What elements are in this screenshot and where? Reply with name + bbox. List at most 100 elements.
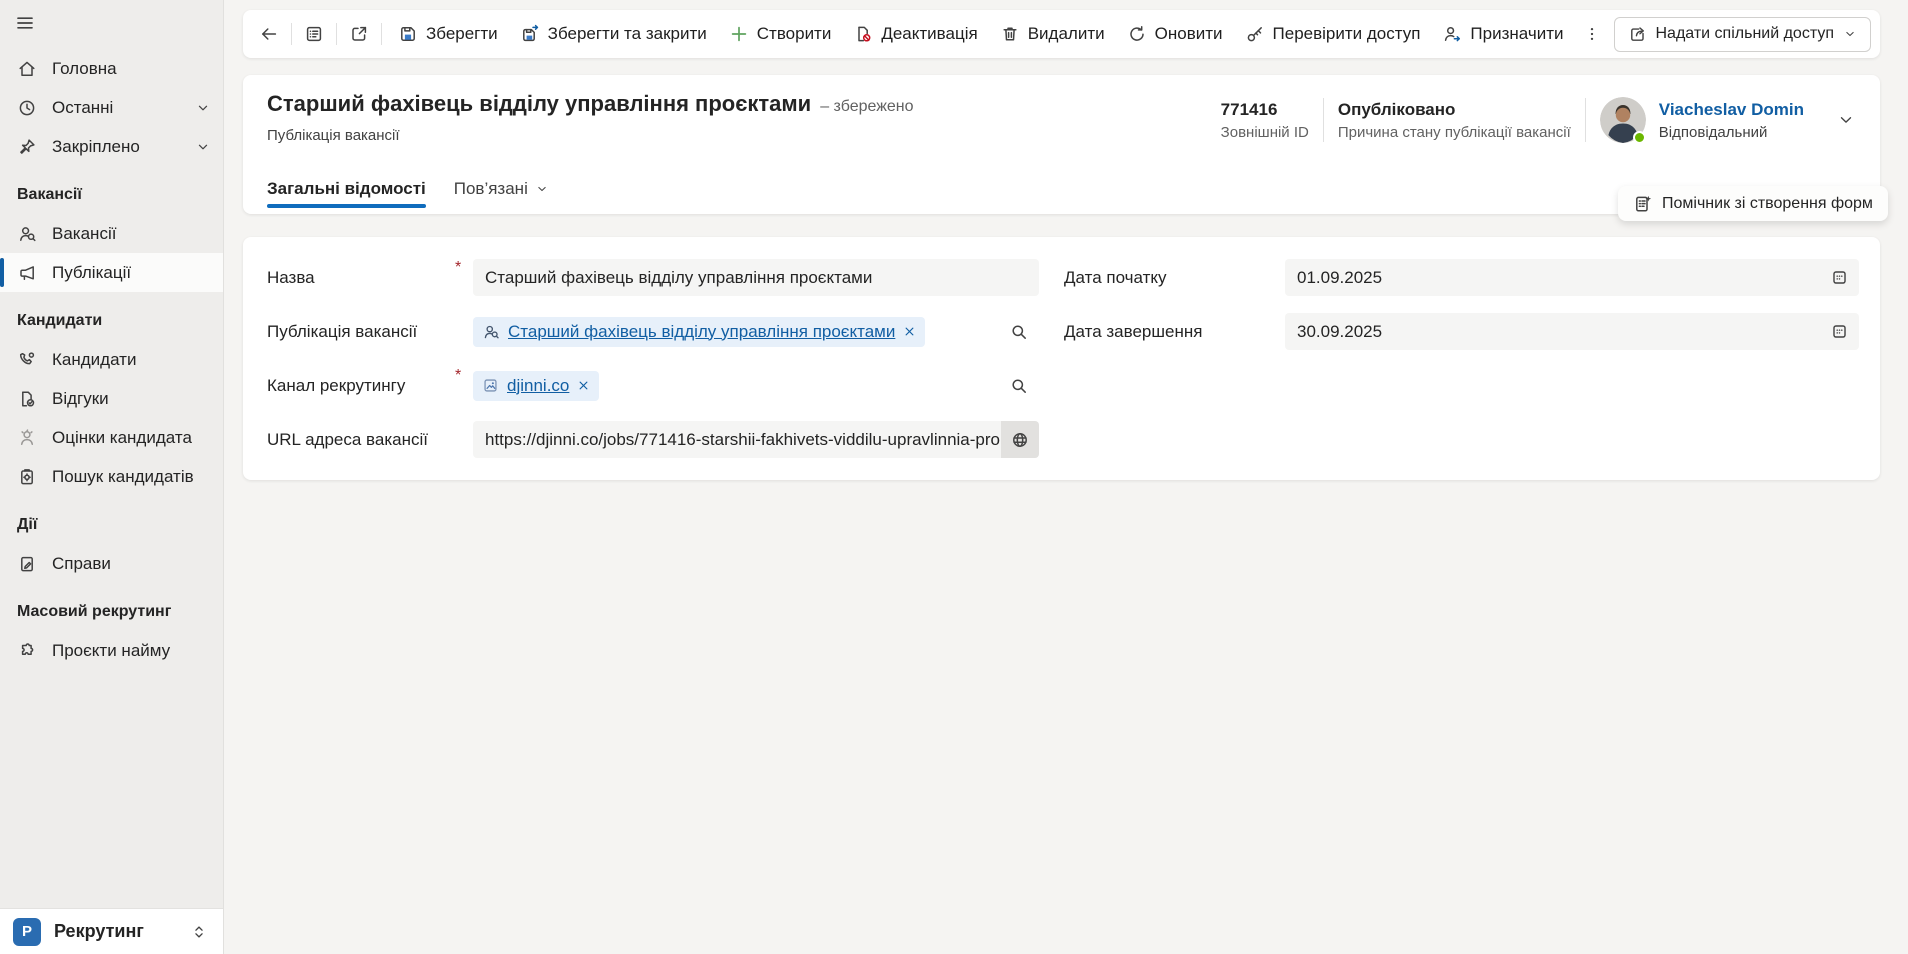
- general-form: Назва * Старший фахівець відділу управлі…: [243, 237, 1880, 480]
- required-asterisk: *: [455, 259, 462, 276]
- sidebar-item-hiring-projects[interactable]: Проєкти найму: [0, 631, 223, 670]
- search-icon[interactable]: [1009, 376, 1029, 396]
- sidebar-item-label: Вакансії: [52, 223, 117, 243]
- save-button[interactable]: Зберегти: [387, 16, 509, 52]
- posting-lookup-field[interactable]: Старший фахівець відділу управління проє…: [473, 313, 1039, 350]
- chevron-down-icon: [1837, 111, 1855, 129]
- share-button[interactable]: Надати спільний доступ: [1613, 16, 1871, 52]
- sidebar-item-home[interactable]: Головна: [0, 49, 223, 88]
- calendar-icon[interactable]: [1830, 268, 1849, 287]
- save-and-close-button[interactable]: Зберегти та закрити: [509, 16, 718, 52]
- person-search-icon: [17, 224, 37, 244]
- form-list-icon: [304, 24, 324, 44]
- required-asterisk: *: [455, 367, 462, 384]
- popout-button[interactable]: [342, 17, 376, 51]
- field-label-start-date: Дата початку: [1064, 268, 1167, 287]
- form-sparkle-icon: [1633, 194, 1653, 214]
- create-button[interactable]: Створити: [718, 16, 843, 52]
- open-url-button[interactable]: [1001, 421, 1039, 458]
- back-arrow-icon: [259, 24, 279, 44]
- external-id-value: 771416: [1220, 99, 1278, 119]
- record-image-icon: [482, 377, 499, 394]
- home-icon: [17, 59, 37, 79]
- tab-general[interactable]: Загальні відомості: [267, 179, 426, 214]
- save-status: – збережено: [820, 98, 914, 115]
- back-button[interactable]: [252, 17, 286, 51]
- hamburger-icon: [15, 13, 35, 33]
- end-date-input[interactable]: 30.09.2025: [1285, 313, 1859, 350]
- sidebar-section-candidates: Кандидати: [17, 312, 103, 329]
- sidebar-item-pinned[interactable]: Закріплено: [0, 127, 223, 166]
- sidebar-item-label: Пошук кандидатів: [52, 466, 194, 486]
- toolbar-divider: [336, 23, 337, 45]
- presence-status-dot: [1632, 131, 1646, 144]
- button-label: Видалити: [1027, 24, 1105, 43]
- check-access-button[interactable]: Перевірити доступ: [1234, 16, 1432, 52]
- key-icon: [1245, 24, 1265, 44]
- form-switcher-button[interactable]: [297, 17, 331, 51]
- external-id-label: Зовнішній ID: [1220, 123, 1309, 141]
- owner-name[interactable]: Viacheslav Domin: [1659, 100, 1804, 120]
- document-check-icon: [17, 389, 37, 409]
- search-icon[interactable]: [1009, 322, 1029, 342]
- sidebar-item-vacancies[interactable]: Вакансії: [0, 214, 223, 253]
- calendar-icon[interactable]: [1830, 322, 1849, 341]
- field-label-url: URL адреса вакансії: [267, 430, 429, 449]
- posting-record-link[interactable]: Старший фахівець відділу управління проє…: [508, 322, 895, 342]
- sidebar-item-label: Публікації: [52, 262, 132, 282]
- person-star-icon: [17, 428, 37, 448]
- date-value: 30.09.2025: [1297, 322, 1383, 341]
- assign-button[interactable]: Призначити: [1431, 16, 1574, 52]
- form-assistant-button[interactable]: Помічник зі створення форм: [1618, 186, 1888, 221]
- button-label: Перевірити доступ: [1272, 24, 1421, 43]
- external-id-field: 771416 Зовнішній ID: [1221, 100, 1309, 141]
- start-date-input[interactable]: 01.09.2025: [1285, 259, 1859, 296]
- remove-value-icon[interactable]: [577, 379, 590, 392]
- app-switcher[interactable]: P Рекрутинг: [0, 908, 223, 954]
- sidebar-item-feedback[interactable]: Відгуки: [0, 379, 223, 418]
- sidebar-section-actions: Дії: [17, 516, 38, 533]
- status-field: Опубліковано Причина стану публікації ва…: [1338, 100, 1571, 141]
- button-label: Зберегти: [426, 24, 498, 43]
- sidebar-item-label: Останні: [52, 97, 114, 117]
- lookup-pill[interactable]: Старший фахівець відділу управління проє…: [473, 316, 926, 347]
- save-icon: [398, 24, 418, 44]
- lookup-pill[interactable]: djinni.co: [473, 370, 600, 401]
- more-commands-button[interactable]: [1575, 17, 1609, 51]
- sidebar-item-postings[interactable]: Публікації: [0, 253, 223, 292]
- app-badge: P: [13, 917, 41, 946]
- refresh-button[interactable]: Оновити: [1116, 16, 1234, 52]
- sidebar-item-candidate-ratings[interactable]: Оцінки кандидата: [0, 418, 223, 457]
- sidebar-item-candidate-search[interactable]: Пошук кандидатів: [0, 457, 223, 496]
- sidebar-item-label: Кандидати: [52, 349, 137, 369]
- chevron-down-icon[interactable]: [195, 100, 211, 116]
- sidebar-item-cases[interactable]: Справи: [0, 544, 223, 583]
- hamburger-menu-button[interactable]: [7, 5, 43, 41]
- main-area: Зберегти Зберегти та закрити Створити Де…: [224, 0, 1908, 954]
- url-input[interactable]: https://djinni.co/jobs/771416-starshii-f…: [473, 421, 1001, 458]
- page-title: Старший фахівець відділу управління проє…: [267, 91, 812, 116]
- sidebar-item-candidates[interactable]: Кандидати: [0, 340, 223, 379]
- delete-button[interactable]: Видалити: [989, 16, 1116, 52]
- name-input[interactable]: Старший фахівець відділу управління проє…: [473, 259, 1039, 296]
- tab-related[interactable]: Пов’язані: [454, 179, 549, 214]
- sidebar-item-recent[interactable]: Останні: [0, 88, 223, 127]
- channel-record-link[interactable]: djinni.co: [507, 376, 569, 396]
- channel-lookup-field[interactable]: djinni.co: [473, 367, 1039, 404]
- globe-icon: [1010, 430, 1030, 450]
- popout-icon: [349, 24, 369, 44]
- status-label: Причина стану публікації вакансії: [1337, 123, 1571, 141]
- field-label-channel: Канал рекрутингу: [267, 376, 406, 395]
- clipboard-edit-icon: [17, 554, 37, 574]
- button-label: Надати спільний доступ: [1655, 25, 1835, 42]
- owner-field[interactable]: Viacheslav Domin Відповідальний: [1599, 97, 1804, 144]
- deactivate-button[interactable]: Деактивація: [842, 16, 988, 52]
- more-vertical-icon: [1583, 25, 1601, 43]
- sidebar-item-label: Закріплено: [52, 136, 140, 156]
- trash-icon: [1000, 24, 1020, 44]
- chevron-down-icon: [1843, 27, 1857, 41]
- header-expand-button[interactable]: [1828, 102, 1864, 138]
- field-label-end-date: Дата завершення: [1064, 322, 1203, 341]
- remove-value-icon[interactable]: [903, 325, 916, 338]
- chevron-down-icon[interactable]: [195, 139, 211, 155]
